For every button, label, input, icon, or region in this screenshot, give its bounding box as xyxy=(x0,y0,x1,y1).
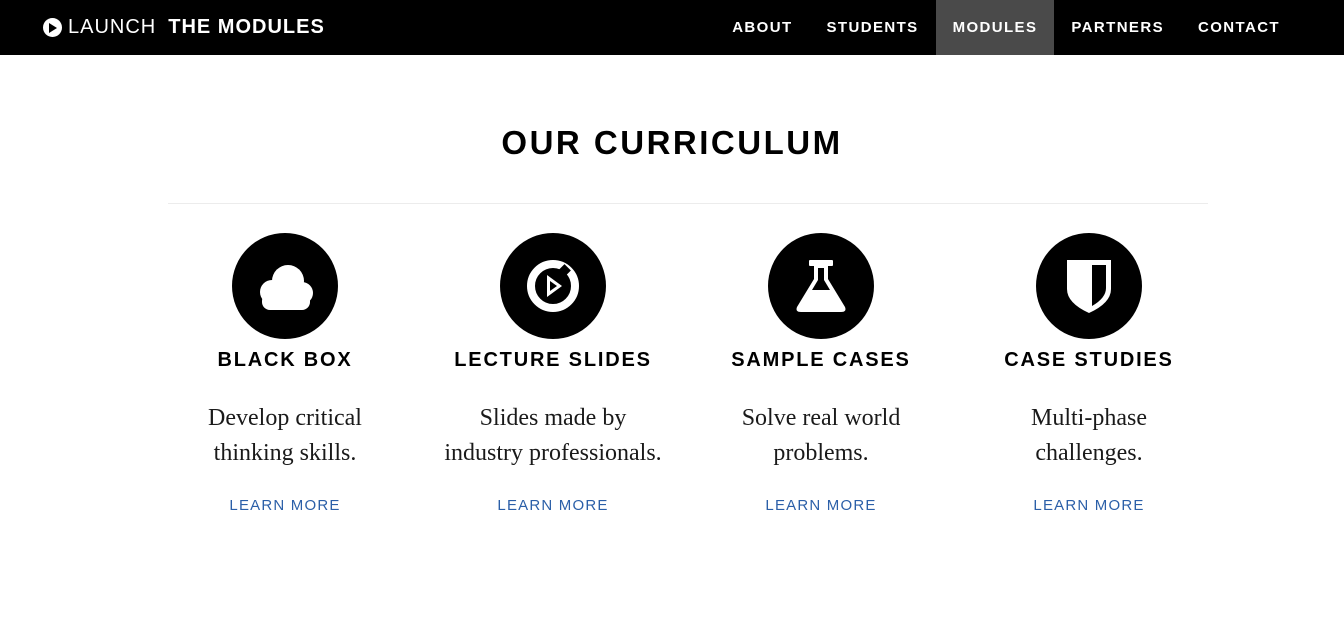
brand-logo-link[interactable]: LAUNCH THE MODULES xyxy=(43,0,325,55)
card-lecture-slides: LECTURE SLIDES Slides made by industry p… xyxy=(419,233,687,514)
learn-more-link[interactable]: LEARN MORE xyxy=(765,497,876,514)
card-description-line: Slides made by xyxy=(479,405,627,431)
card-title: BLACK BOX xyxy=(217,349,353,371)
card-description-line: Multi-phase xyxy=(1031,405,1147,431)
page-title: OUR CURRICULUM xyxy=(501,124,843,161)
nav-item-about[interactable]: ABOUT xyxy=(715,0,809,55)
section-divider xyxy=(168,203,1208,204)
presentation-icon xyxy=(500,233,606,339)
card-case-studies: CASE STUDIES Multi-phase challenges. LEA… xyxy=(955,233,1223,514)
card-description-line: problems. xyxy=(773,440,869,466)
card-description-line: Develop critical xyxy=(208,405,362,431)
flask-icon xyxy=(768,233,874,339)
shield-icon xyxy=(1036,233,1142,339)
main-nav: ABOUT STUDENTS MODULES PARTNERS CONTACT xyxy=(715,0,1297,55)
card-sample-cases: SAMPLE CASES Solve real world problems. … xyxy=(687,233,955,514)
card-description-line: challenges. xyxy=(1035,440,1143,466)
card-title: LECTURE SLIDES xyxy=(454,349,652,371)
brand-text-light: LAUNCH xyxy=(68,16,157,38)
card-description: Multi-phase challenges. xyxy=(1031,401,1147,497)
nav-item-modules[interactable]: MODULES xyxy=(935,0,1055,55)
nav-item-partners[interactable]: PARTNERS xyxy=(1054,0,1181,55)
learn-more-link[interactable]: LEARN MORE xyxy=(229,497,340,514)
cloud-icon xyxy=(232,233,338,339)
nav-item-contact[interactable]: CONTACT xyxy=(1181,0,1297,55)
nav-item-students[interactable]: STUDENTS xyxy=(810,0,936,55)
curriculum-cards: BLACK BOX Develop critical thinking skil… xyxy=(151,233,1223,514)
card-description-line: Solve real world xyxy=(741,405,901,431)
card-description-line: industry professionals. xyxy=(444,440,662,466)
card-description: Solve real world problems. xyxy=(742,401,901,497)
card-black-box: BLACK BOX Develop critical thinking skil… xyxy=(151,233,419,514)
top-navigation-bar: LAUNCH THE MODULES ABOUT STUDENTS MODULE… xyxy=(0,0,1344,55)
card-description-line: thinking skills. xyxy=(213,440,357,466)
card-description: Develop critical thinking skills. xyxy=(208,401,362,497)
learn-more-link[interactable]: LEARN MORE xyxy=(497,497,608,514)
play-circle-icon xyxy=(43,18,62,37)
card-title: SAMPLE CASES xyxy=(731,349,911,371)
card-description: Slides made by industry professionals. xyxy=(444,401,661,497)
brand-text-bold: THE MODULES xyxy=(168,16,325,38)
learn-more-link[interactable]: LEARN MORE xyxy=(1033,497,1144,514)
card-title: CASE STUDIES xyxy=(1004,349,1174,371)
